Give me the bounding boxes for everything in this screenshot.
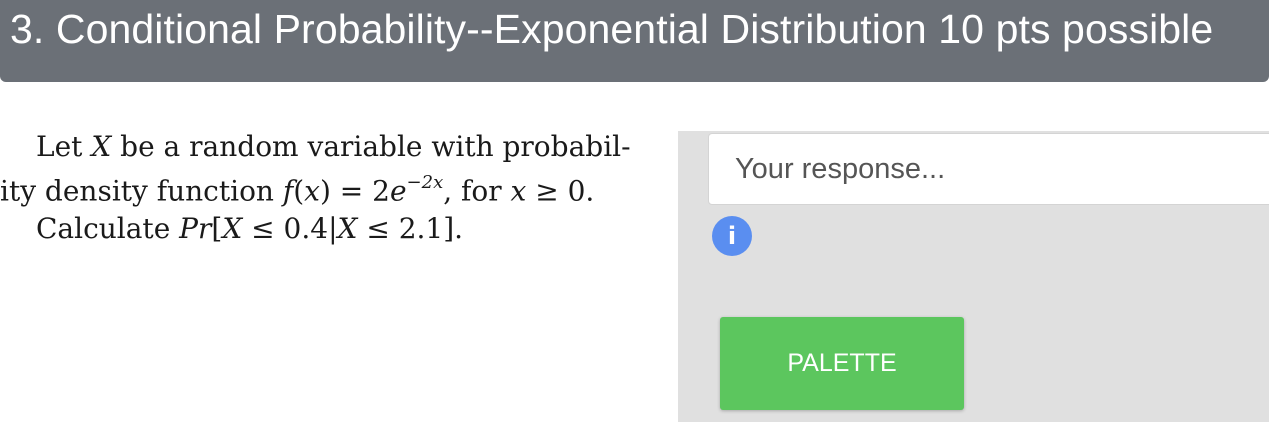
palette-button[interactable]: PALETTE [720,317,964,410]
question-text: Let X be a random variable with probabil… [0,128,650,248]
response-input[interactable] [708,133,1269,205]
question-line-3: Calculate Pr[X ≤ 0.4|X ≤ 2.1]. [36,212,464,246]
response-panel: i PALETTE [678,131,1269,422]
question-header: 3. Conditional Probability--Exponential … [0,0,1269,82]
question-title: 3. Conditional Probability--Exponential … [10,6,1214,52]
info-icon[interactable]: i [712,216,752,256]
question-line-1: Let X be a random variable with probabil… [36,130,631,163]
question-line-2: ity density function f(x) = 2e−2x, for x… [0,172,595,208]
